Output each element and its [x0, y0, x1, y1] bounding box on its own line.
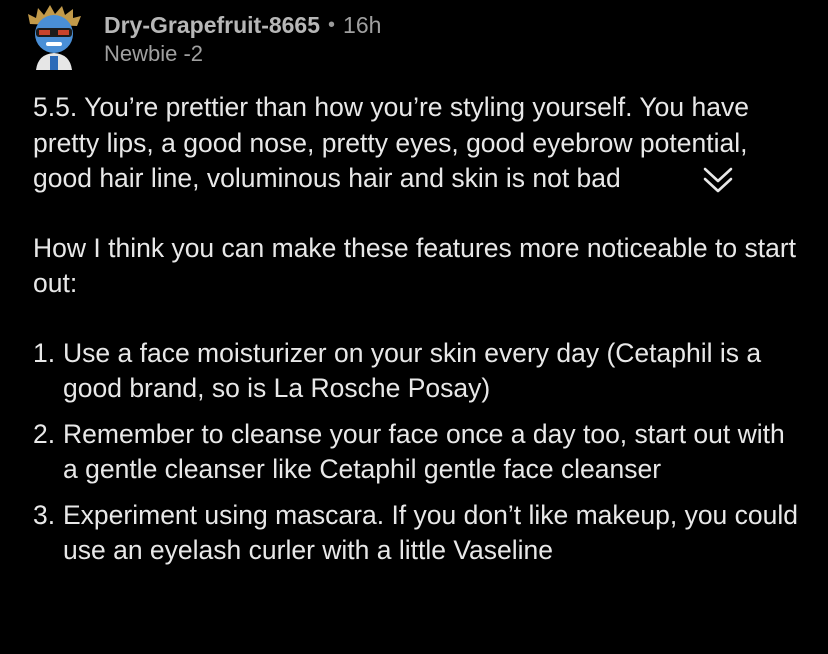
user-flair: Newbie -2 [104, 41, 204, 66]
comment-header: Dry-Grapefruit-8665 • 16h Newbie -2 [24, 4, 381, 76]
list-text: Experiment using mascara. If you don’t l… [63, 499, 799, 566]
list-text: Use a face moisturizer on your skin ever… [63, 337, 762, 404]
comment: Dry-Grapefruit-8665 • 16h Newbie -2 5.5.… [0, 0, 828, 654]
list-item: 2. Remember to cleanse your face once a … [33, 417, 803, 488]
list-item: 3. Experiment using mascara. If you don’… [33, 498, 803, 569]
list-item: 1. Use a face moisturizer on your skin e… [33, 336, 803, 407]
double-chevron-down-icon [703, 167, 733, 193]
meta-separator: • [328, 14, 336, 36]
numbered-list: 1. Use a face moisturizer on your skin e… [33, 336, 803, 569]
collapse-button[interactable] [700, 162, 736, 198]
avatar[interactable] [24, 4, 84, 72]
list-number: 1. [33, 337, 56, 368]
timestamp: 16h [343, 12, 382, 38]
comment-body: 5.5. You’re prettier than how you’re sty… [33, 90, 803, 569]
list-text: Remember to cleanse your face once a day… [63, 418, 785, 485]
list-number: 3. [33, 499, 56, 530]
comment-paragraph: 5.5. You’re prettier than how you’re sty… [33, 92, 749, 193]
list-number: 2. [33, 418, 56, 449]
username[interactable]: Dry-Grapefruit-8665 [104, 10, 320, 40]
comment-meta: Dry-Grapefruit-8665 • 16h Newbie -2 [104, 4, 381, 68]
comment-paragraph: How I think you can make these features … [33, 232, 797, 299]
meta-row: Dry-Grapefruit-8665 • 16h [104, 10, 381, 40]
